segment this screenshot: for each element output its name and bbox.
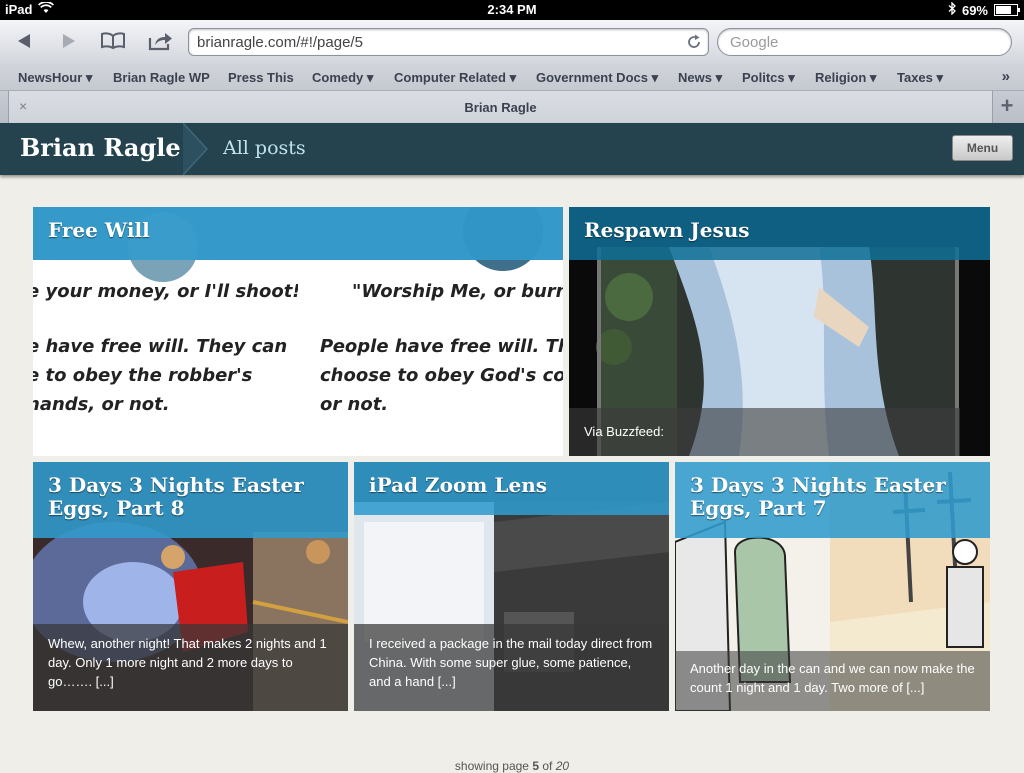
bookmarks-bar: NewsHour ▾ Brian Ragle WP Press This Com… xyxy=(0,64,1024,91)
bookmarks-more-button[interactable]: » xyxy=(1002,68,1010,85)
tab-bar: × Brian Ragle + xyxy=(0,91,1024,123)
post-card-ipad-zoom-lens[interactable]: iPad Zoom Lens I received a package in t… xyxy=(354,462,669,711)
quote-line: e have free will. They can xyxy=(33,336,288,357)
pager-current: 5 xyxy=(532,759,540,773)
browser-toolbar: brianragle.com/#!/page/5 Google xyxy=(0,20,1024,64)
bookmark-taxes[interactable]: Taxes ▾ xyxy=(897,70,943,86)
post-card-respawn-jesus[interactable]: Respawn Jesus Via Buzzfeed: xyxy=(569,207,990,456)
share-button[interactable] xyxy=(145,28,175,54)
bluetooth-icon xyxy=(948,1,956,18)
quote-column-left: e your money, or I'll shoot!" e have fre… xyxy=(33,279,298,439)
site-header: Brian Ragle All posts Menu xyxy=(0,123,1024,175)
bookmark-computer-related[interactable]: Computer Related ▾ xyxy=(394,70,516,86)
url-text: brianragle.com/#!/page/5 xyxy=(197,34,363,51)
battery-percent: 69% xyxy=(961,2,988,18)
forward-button[interactable] xyxy=(54,28,84,54)
reload-icon[interactable] xyxy=(686,34,702,54)
bookmarks-button[interactable] xyxy=(98,28,128,54)
quote-line: People have free will. They xyxy=(320,336,563,357)
breadcrumb-chevron-icon xyxy=(183,123,209,175)
breadcrumb-all-posts[interactable]: All posts xyxy=(223,137,306,159)
quote-line: "Worship Me, or burn i xyxy=(352,281,563,302)
post-title: 3 Days 3 Nights Easter Eggs, Part 7 xyxy=(675,462,990,538)
post-card-free-will[interactable]: e your money, or I'll shoot!" e have fre… xyxy=(33,207,563,456)
bookmark-brian-ragle-wp[interactable]: Brian Ragle WP xyxy=(113,70,210,85)
bookmark-press-this[interactable]: Press This xyxy=(228,70,294,85)
forward-arrow-icon xyxy=(63,34,75,48)
post-title: Respawn Jesus xyxy=(569,207,990,260)
quote-line: or not. xyxy=(320,394,389,415)
post-title: 3 Days 3 Nights Easter Eggs, Part 8 xyxy=(33,462,348,538)
post-card-easter-eggs-part-7[interactable]: 3 Days 3 Nights Easter Eggs, Part 7 Anot… xyxy=(675,462,990,711)
site-brand[interactable]: Brian Ragle xyxy=(20,133,181,162)
post-excerpt: Via Buzzfeed: xyxy=(569,408,960,456)
post-excerpt: I received a package in the mail today d… xyxy=(354,624,669,711)
menu-button[interactable]: Menu xyxy=(952,135,1013,161)
battery-icon xyxy=(994,4,1020,16)
status-bar: iPad 2:34 PM 69% xyxy=(0,0,1024,20)
post-excerpt: Another day in the can and we can now ma… xyxy=(675,651,990,711)
new-tab-button[interactable]: + xyxy=(994,94,1020,120)
search-field[interactable]: Google xyxy=(717,28,1012,56)
search-placeholder: Google xyxy=(730,34,779,51)
bookmark-news[interactable]: News ▾ xyxy=(678,70,722,86)
bookmark-newshour[interactable]: NewsHour ▾ xyxy=(18,70,92,86)
url-field[interactable]: brianragle.com/#!/page/5 xyxy=(188,28,709,56)
share-icon xyxy=(148,33,172,51)
bookmark-government-docs[interactable]: Government Docs ▾ xyxy=(536,70,658,86)
post-excerpt: Whew, another night! That makes 2 nights… xyxy=(33,624,348,711)
quote-line: choose to obey God's comn xyxy=(320,365,563,386)
pager-of: of xyxy=(542,759,553,773)
post-card-easter-eggs-part-8[interactable]: 3 Days 3 Nights Easter Eggs, Part 8 Whew… xyxy=(33,462,348,711)
post-title: Free Will xyxy=(33,207,563,260)
pagination-status: showing page 5 of 20 xyxy=(0,759,1024,773)
bookmark-comedy[interactable]: Comedy ▾ xyxy=(312,70,373,86)
post-title: iPad Zoom Lens xyxy=(354,462,669,515)
tab-brian-ragle[interactable]: × Brian Ragle xyxy=(8,91,993,123)
book-icon xyxy=(101,32,125,50)
back-button[interactable] xyxy=(9,28,39,54)
pager-total: 20 xyxy=(555,759,570,773)
quote-line: e to obey the robber's xyxy=(33,365,253,386)
bookmark-politcs[interactable]: Politcs ▾ xyxy=(742,70,795,86)
clock: 2:34 PM xyxy=(487,2,537,17)
bookmark-religion[interactable]: Religion ▾ xyxy=(815,70,876,86)
quote-column-right: "Worship Me, or burn i People have free … xyxy=(320,279,563,439)
quote-line: e your money, or I'll shoot!" xyxy=(33,281,298,302)
back-arrow-icon xyxy=(18,34,30,48)
pager-prefix: showing page xyxy=(454,759,529,773)
tab-title: Brian Ragle xyxy=(464,100,537,115)
quote-line: nands, or not. xyxy=(33,394,170,415)
